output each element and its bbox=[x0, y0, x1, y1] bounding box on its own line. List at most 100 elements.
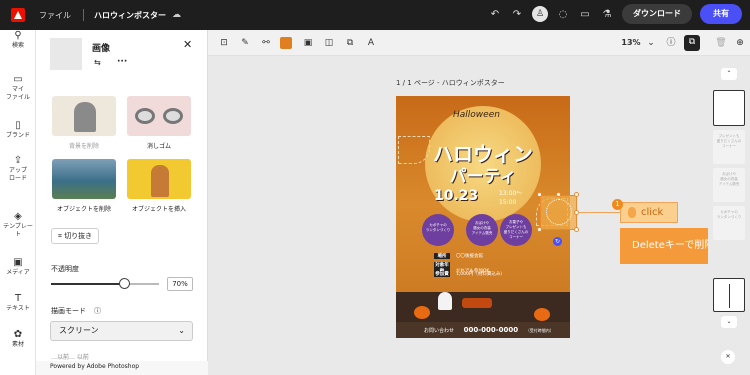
layer-thumbnail[interactable]: カボチャの ランタンづくり bbox=[713, 206, 745, 240]
layer-thumbnail[interactable]: プレゼントも 盛りだくさんの コーナー bbox=[713, 130, 745, 164]
invite-user-icon[interactable]: ♙ bbox=[532, 6, 548, 22]
rail-item-elements[interactable]: ✿ 素材 bbox=[0, 329, 36, 349]
selected-web-image[interactable] bbox=[540, 195, 577, 230]
flask-icon[interactable]: ⚗ bbox=[600, 9, 614, 20]
poster-script-title: Halloween bbox=[453, 110, 500, 120]
template-icon: ◈ bbox=[14, 211, 22, 222]
media-icon: ▣ bbox=[13, 257, 23, 268]
download-button[interactable]: ダウンロード bbox=[622, 4, 692, 24]
resize-handle[interactable] bbox=[537, 227, 542, 232]
close-icon[interactable]: ✕ bbox=[721, 350, 735, 364]
undo-icon[interactable]: ↶ bbox=[488, 9, 502, 20]
cloud-icon: ☁ bbox=[172, 10, 181, 20]
rail-item-upload[interactable]: ⇪ アップ ロード bbox=[0, 155, 36, 183]
blend-mode-select[interactable]: スクリーン ⌄ bbox=[50, 321, 193, 341]
redo-icon[interactable]: ↷ bbox=[510, 9, 524, 20]
layers-panel-icon[interactable]: ⧉ bbox=[684, 35, 700, 51]
blend-mode-label: 描画モード bbox=[51, 307, 86, 315]
feature-circle-2: おばけや 魔女の衣装 アイテム販売 bbox=[466, 214, 498, 246]
search-icon: ⚲ bbox=[14, 30, 22, 41]
opacity-input[interactable]: 70% bbox=[167, 277, 193, 291]
scroll-down-icon[interactable]: ⌄ bbox=[721, 316, 737, 328]
arrange-icon[interactable]: ⧉ bbox=[343, 36, 357, 50]
eraser-tool[interactable] bbox=[127, 96, 191, 136]
scroll-up-icon[interactable]: ⌃ bbox=[721, 68, 737, 80]
adobe-logo[interactable] bbox=[11, 8, 25, 22]
folder-icon: ▭ bbox=[13, 74, 23, 85]
panel-title: 画像 bbox=[92, 44, 111, 54]
file-menu[interactable]: ファイル bbox=[39, 10, 71, 21]
resize-handle[interactable] bbox=[574, 227, 579, 232]
rotate-icon[interactable]: ↻ bbox=[553, 237, 562, 246]
crop-button[interactable]: ⌗ 切り抜き bbox=[51, 228, 100, 244]
share-button[interactable]: 共有 bbox=[700, 4, 742, 24]
help-icon[interactable]: ⓘ bbox=[664, 36, 678, 50]
rail-item-media[interactable]: ▣ メディア bbox=[0, 257, 36, 277]
crop-icon: ⌗ bbox=[58, 232, 62, 240]
page-strip: ⌃ プレゼントも 盛りだくさんの コーナー おばけや 魔女の衣装 アイテム販売 … bbox=[708, 56, 750, 375]
feature-circle-1: カボチャの ランタンづくり bbox=[422, 214, 454, 246]
page-label: 1 / 1 ページ - ハロウィンポスター bbox=[396, 79, 505, 87]
partial-text: …以前… 以前 bbox=[51, 354, 89, 361]
opacity-label: 不透明度 bbox=[51, 265, 79, 273]
feature-circle-3: お菓子や プレゼントも 盛りだくさんの コーナー bbox=[500, 214, 532, 246]
rail-item-brand[interactable]: ▯ ブランド bbox=[0, 120, 36, 140]
effects-icon[interactable]: ✎ bbox=[238, 36, 252, 50]
replace-image-icon[interactable]: ⊡ bbox=[217, 36, 231, 50]
lightbulb-icon[interactable]: ◌ bbox=[556, 9, 570, 20]
replace-icon[interactable]: ⇆ bbox=[94, 58, 101, 67]
powered-by: Powered by Adobe Photoshop bbox=[36, 361, 208, 375]
element-icon: ✿ bbox=[13, 329, 23, 340]
resize-handle[interactable] bbox=[574, 192, 579, 197]
upload-icon: ⇪ bbox=[13, 155, 23, 166]
top-bar: ファイル ハロウィンポスター ☁ ↶ ↷ ♙ ◌ ▭ ⚗ ダウンロード 共有 bbox=[0, 0, 750, 30]
image-panel: 画像 ✕ ⇆ ··· 背景を削除 消しゴム オブジェクトを削除 オブジェクトを挿… bbox=[36, 30, 208, 375]
resize-handle[interactable] bbox=[556, 192, 561, 197]
brand-icon: ▯ bbox=[15, 120, 21, 131]
trash-icon[interactable]: 🗑 bbox=[714, 36, 728, 50]
remove-background-label: 背景を削除 bbox=[68, 143, 99, 150]
rail-item-my-files[interactable]: ▭ マイ ファイル bbox=[0, 74, 36, 102]
step-number: 1 bbox=[612, 199, 623, 210]
layer-thumbnail[interactable] bbox=[713, 278, 745, 312]
pumpkin-graphic bbox=[534, 308, 550, 321]
layers-icon[interactable]: ◫ bbox=[322, 36, 336, 50]
more-icon[interactable]: ··· bbox=[117, 57, 127, 67]
chevron-down-icon[interactable]: ⌄ bbox=[644, 36, 658, 50]
opacity-slider[interactable] bbox=[51, 283, 159, 285]
adjust-icon[interactable]: ⚯ bbox=[259, 36, 273, 50]
text-icon: T bbox=[14, 293, 22, 304]
page-thumbnail[interactable] bbox=[713, 90, 745, 126]
comment-icon[interactable]: ▭ bbox=[578, 9, 592, 20]
poster-subtitle: パーティ bbox=[449, 167, 517, 187]
remove-object-label: オブジェクトを削除 bbox=[56, 206, 111, 213]
close-icon[interactable]: ✕ bbox=[183, 38, 192, 51]
opacity-slider-handle[interactable] bbox=[119, 278, 130, 289]
rail-item-text[interactable]: T テキスト bbox=[0, 293, 36, 313]
poster-footer: お問い合わせ 000-000-0000 （受付時間内） bbox=[396, 322, 570, 338]
add-icon[interactable]: ⊕ bbox=[733, 36, 747, 50]
rail-item-search[interactable]: ⚲ 検索 bbox=[0, 30, 36, 50]
rail-item-template[interactable]: ◈ テンプレー ト bbox=[0, 211, 36, 239]
divider bbox=[83, 9, 84, 21]
info-icon[interactable]: ⓘ bbox=[94, 306, 101, 316]
insert-object-tool[interactable] bbox=[127, 159, 191, 199]
zoom-level[interactable]: 13% bbox=[620, 36, 642, 50]
pumpkin-graphic bbox=[414, 306, 430, 319]
document-title[interactable]: ハロウィンポスター bbox=[94, 10, 166, 21]
remove-background-tool[interactable] bbox=[52, 96, 116, 136]
opacity-slider-fill bbox=[51, 283, 127, 285]
translate-icon[interactable]: A bbox=[364, 36, 378, 50]
signboard-graphic bbox=[462, 298, 492, 308]
remove-object-tool[interactable] bbox=[52, 159, 116, 199]
mouse-icon bbox=[628, 207, 636, 218]
frame-icon[interactable]: ▣ bbox=[301, 36, 315, 50]
layer-thumbnail[interactable]: おばけや 魔女の衣装 アイテム販売 bbox=[713, 168, 745, 202]
ghost-graphic bbox=[438, 292, 452, 310]
callout-line bbox=[578, 212, 620, 213]
resize-handle[interactable] bbox=[537, 192, 542, 197]
info-row: 参加費 1,000円（材料費込み） bbox=[434, 271, 505, 277]
color-swatch[interactable] bbox=[280, 37, 292, 49]
context-toolbar: ⊡ ✎ ⚯ ▣ ◫ ⧉ A 13% ⌄ ⓘ ⧉ 🗑 ⊕ bbox=[208, 30, 750, 56]
insert-object-label: オブジェクトを挿入 bbox=[131, 206, 186, 213]
